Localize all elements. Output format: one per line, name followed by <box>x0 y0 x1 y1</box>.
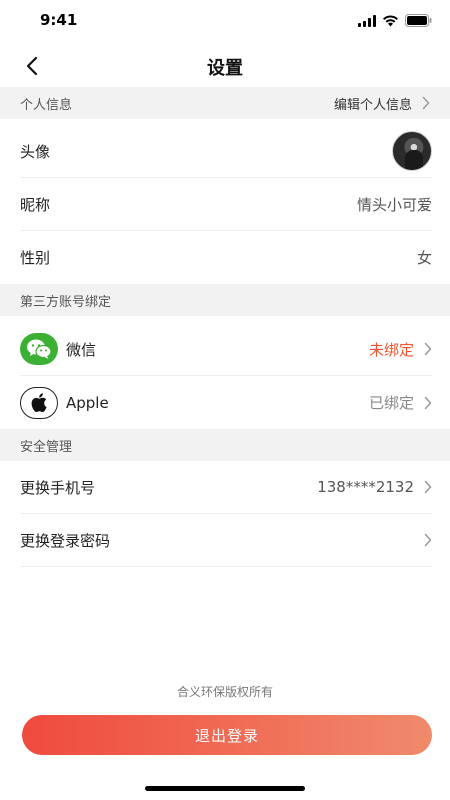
change-password-row[interactable]: 更换登录密码 <box>20 514 432 567</box>
status-bar: 9:41 <box>0 0 450 44</box>
home-indicator[interactable] <box>145 786 305 791</box>
section-title: 第三方账号绑定 <box>20 294 112 310</box>
section-title: 个人信息 <box>20 97 73 113</box>
section-header-personal-info: 个人信息 编辑个人信息 <box>0 87 450 119</box>
nickname-value: 情头小可爱 <box>356 195 432 214</box>
wifi-icon <box>382 14 399 27</box>
settings-screen: 9:41 设置 个人信息 编辑个人信息 头像 昵称 情头小可爱 性别 女 第三方… <box>0 0 450 800</box>
nickname-label: 昵称 <box>20 195 51 214</box>
edit-profile-link[interactable]: 编辑个人信息 <box>334 94 430 113</box>
logout-button[interactable]: 退出登录 <box>22 715 432 755</box>
avatar-label: 头像 <box>20 142 51 161</box>
apple-icon <box>20 386 58 419</box>
copyright-text: 合义环保版权所有 <box>176 685 273 699</box>
change-phone-row[interactable]: 更换手机号 138****2132 <box>20 461 432 514</box>
apple-label: Apple <box>66 393 109 412</box>
page-title: 设置 <box>207 58 243 79</box>
gender-value: 女 <box>416 249 432 267</box>
cellular-signal-icon <box>358 14 376 27</box>
battery-icon <box>405 14 432 27</box>
phone-value: 138****2132 <box>317 478 414 496</box>
change-password-label: 更换登录密码 <box>20 531 111 550</box>
status-icons <box>358 14 432 27</box>
avatar-row[interactable]: 头像 <box>20 125 432 178</box>
change-phone-label: 更换手机号 <box>20 478 96 497</box>
apple-binding-row[interactable]: Apple 已绑定 <box>20 376 432 429</box>
wechat-binding-row[interactable]: 微信 未绑定 <box>20 323 432 376</box>
avatar[interactable] <box>392 131 432 171</box>
gender-row[interactable]: 性别 女 <box>20 231 432 284</box>
apple-left: Apple <box>20 386 109 419</box>
chevron-right-icon <box>424 533 432 547</box>
chevron-right-icon <box>422 96 430 110</box>
status-time: 9:41 <box>40 11 78 29</box>
section-header-security: 安全管理 <box>0 429 450 461</box>
gender-label: 性别 <box>20 249 51 267</box>
wechat-label: 微信 <box>66 340 97 359</box>
section-header-third-party: 第三方账号绑定 <box>0 284 450 316</box>
chevron-right-icon <box>424 480 432 494</box>
chevron-right-icon <box>424 342 432 356</box>
edit-profile-label: 编辑个人信息 <box>333 97 412 113</box>
nickname-row[interactable]: 昵称 情头小可爱 <box>20 178 432 231</box>
apple-status-group: 已绑定 <box>369 392 432 413</box>
apple-status: 已绑定 <box>368 394 414 412</box>
wechat-status-group: 未绑定 <box>369 339 432 360</box>
section-title: 安全管理 <box>20 439 73 455</box>
nav-bar: 设置 <box>0 44 450 88</box>
chevron-right-icon <box>424 396 432 409</box>
wechat-icon <box>20 333 58 365</box>
phone-value-group: 138****2132 <box>317 478 432 496</box>
wechat-left: 微信 <box>20 333 96 365</box>
wechat-status: 未绑定 <box>368 340 414 359</box>
